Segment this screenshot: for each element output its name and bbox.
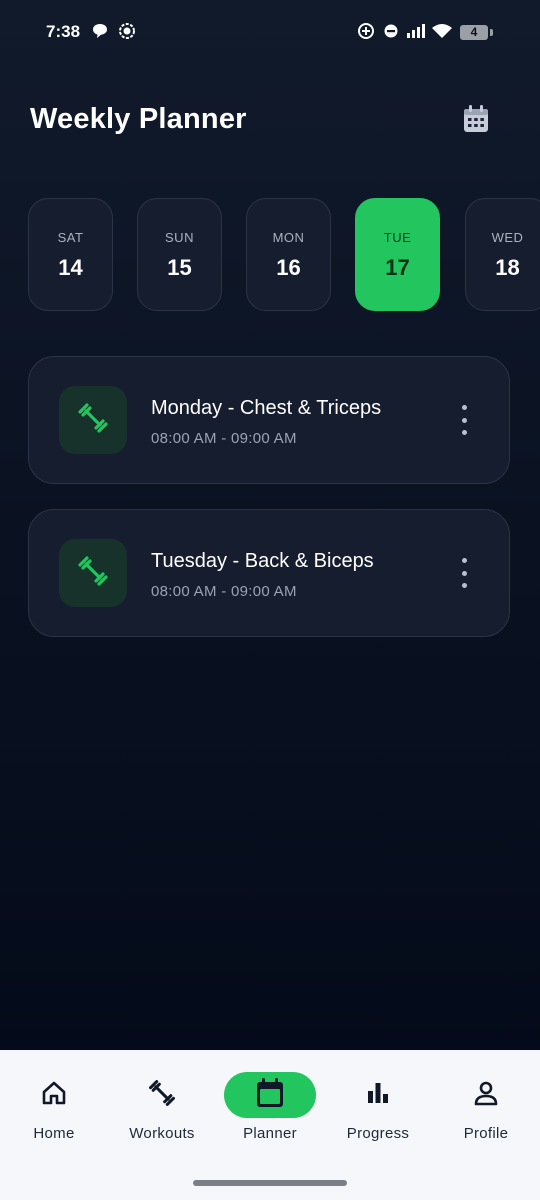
bottom-navigation: Home Workouts Planner Progress Profile <box>0 1050 540 1200</box>
calendar-icon <box>255 1077 285 1114</box>
nav-profile[interactable]: Profile <box>432 1072 540 1152</box>
dot <box>461 417 467 423</box>
record-icon <box>118 22 136 45</box>
nav-icon-wrap <box>224 1072 316 1118</box>
bar-chart-icon <box>364 1079 392 1112</box>
day-name: MON <box>272 230 305 245</box>
day-card-tue[interactable]: TUE 17 <box>355 198 440 311</box>
workout-time: 08:00 AM - 09:00 AM <box>151 430 297 447</box>
day-number: 17 <box>385 255 410 280</box>
data-saver-icon <box>357 22 375 45</box>
day-selector[interactable]: SAT 14 SUN 15 MON 16 TUE 17 WED 18 <box>28 198 540 314</box>
day-number: 15 <box>167 255 192 280</box>
nav-label: Profile <box>463 1125 509 1142</box>
battery-icon: 4 <box>460 25 488 40</box>
nav-icon-wrap <box>116 1072 208 1118</box>
dot <box>461 583 467 588</box>
home-indicator[interactable] <box>193 1180 347 1186</box>
workout-title: Tuesday - Back & Biceps <box>151 550 374 572</box>
calendar-button[interactable] <box>458 103 494 139</box>
workout-icon-box <box>59 539 127 607</box>
dot <box>461 430 467 435</box>
day-card-sat[interactable]: SAT 14 <box>28 198 113 311</box>
more-options-button[interactable] <box>451 558 477 588</box>
signal-icon <box>406 22 428 45</box>
day-card-wed[interactable]: WED 18 <box>465 198 540 311</box>
nav-home[interactable]: Home <box>0 1072 108 1152</box>
workout-card[interactable]: Monday - Chest & Triceps 08:00 AM - 09:0… <box>28 356 510 484</box>
day-card-sun[interactable]: SUN 15 <box>137 198 222 311</box>
day-card-mon[interactable]: MON 16 <box>246 198 331 311</box>
nav-label: Planner <box>243 1125 297 1142</box>
nav-label: Home <box>33 1125 75 1142</box>
more-options-button[interactable] <box>451 405 477 435</box>
dumbbell-icon <box>76 401 110 440</box>
status-bar: 7:38 4 <box>0 0 540 64</box>
day-name: SAT <box>57 230 84 245</box>
nav-label: Progress <box>346 1125 410 1142</box>
do-not-disturb-icon <box>383 22 399 45</box>
dot <box>461 570 467 576</box>
nav-progress[interactable]: Progress <box>324 1072 432 1152</box>
day-name: WED <box>491 230 524 245</box>
nav-icon-wrap <box>332 1072 424 1118</box>
day-name: TUE <box>383 230 412 245</box>
home-icon <box>40 1079 68 1112</box>
dot <box>461 558 467 563</box>
nav-label: Workouts <box>129 1125 195 1142</box>
wifi-icon <box>431 22 453 45</box>
nav-icon-wrap <box>440 1072 532 1118</box>
workout-time: 08:00 AM - 09:00 AM <box>151 583 297 600</box>
day-number: 16 <box>276 255 301 280</box>
status-time: 7:38 <box>46 22 81 41</box>
dumbbell-icon <box>76 554 110 593</box>
chat-bubble-icon <box>92 22 108 45</box>
day-name: SUN <box>165 230 194 245</box>
dumbbell-icon <box>147 1078 177 1113</box>
page-title: Weekly Planner <box>30 103 247 135</box>
battery-tip <box>490 29 493 36</box>
dot <box>461 405 467 410</box>
day-number: 18 <box>495 255 520 280</box>
day-number: 14 <box>58 255 83 280</box>
calendar-icon <box>462 104 490 139</box>
workout-card[interactable]: Tuesday - Back & Biceps 08:00 AM - 09:00… <box>28 509 510 637</box>
nav-workouts[interactable]: Workouts <box>108 1072 216 1152</box>
nav-planner[interactable]: Planner <box>216 1072 324 1152</box>
nav-icon-wrap <box>8 1072 100 1118</box>
person-icon <box>472 1079 500 1112</box>
workout-title: Monday - Chest & Triceps <box>151 397 382 419</box>
workout-icon-box <box>59 386 127 454</box>
